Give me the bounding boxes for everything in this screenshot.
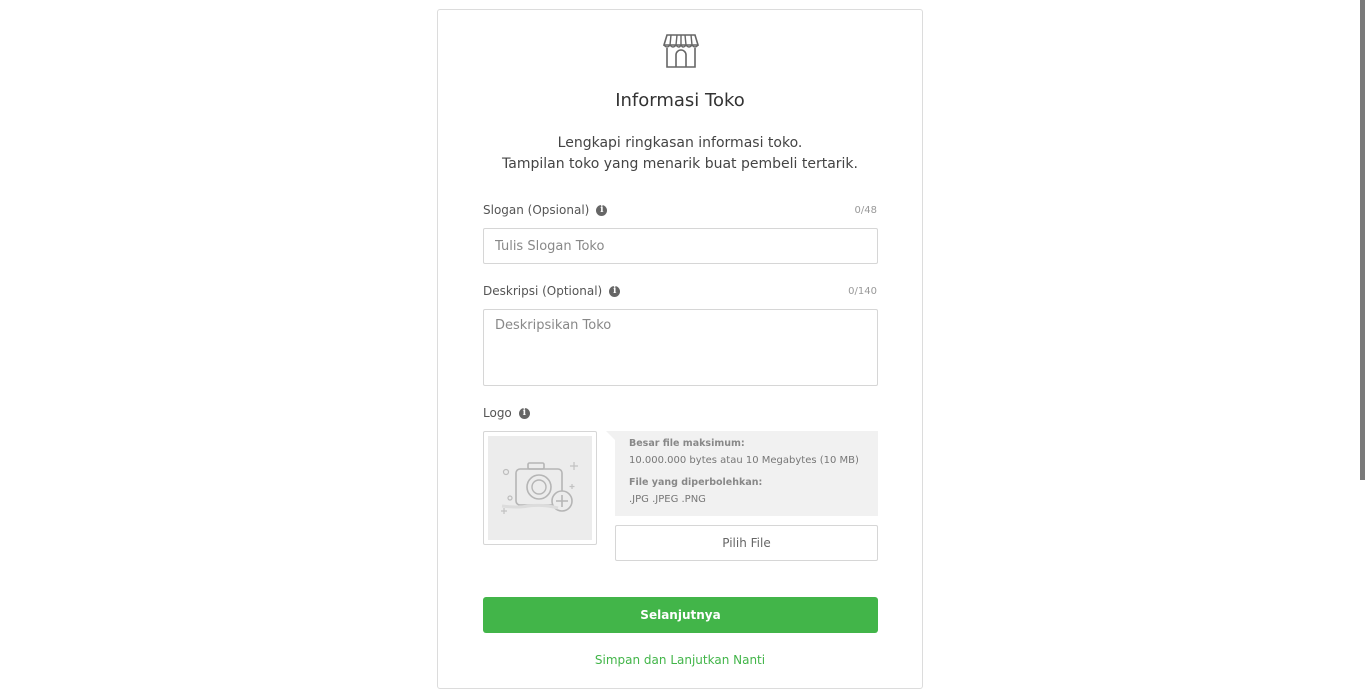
logo-placeholder [488, 436, 592, 540]
save-and-continue-later-link[interactable]: Simpan dan Lanjutkan Nanti [438, 653, 922, 667]
description-label: Deskripsi (Optional) i [483, 284, 621, 298]
store-icon [662, 34, 700, 68]
description-char-counter: 0/140 [848, 286, 877, 297]
slogan-label: Slogan (Opsional) i [483, 203, 608, 217]
file-requirements: Besar file maksimum: 10.000.000 bytes at… [606, 431, 878, 516]
logo-label-text: Logo [483, 406, 512, 420]
slogan-label-text: Slogan (Opsional) [483, 203, 590, 217]
next-button[interactable]: Selanjutnya [483, 597, 878, 633]
description-label-text: Deskripsi (Optional) [483, 284, 603, 298]
allowed-files-heading: File yang diperbolehkan: [629, 477, 763, 488]
info-icon[interactable]: i [518, 407, 530, 419]
slogan-input[interactable] [483, 228, 878, 264]
camera-add-icon [501, 462, 578, 514]
allowed-files-value: .JPG .JPEG .PNG [629, 494, 706, 505]
max-size-value: 10.000.000 bytes atau 10 Megabytes (10 M… [629, 455, 859, 466]
logo-label: Logo i [483, 406, 530, 420]
max-size-heading: Besar file maksimum: [629, 438, 745, 449]
pick-file-button[interactable]: Pilih File [615, 525, 878, 561]
info-icon[interactable]: i [596, 204, 608, 216]
subtitle-line-1: Lengkapi ringkasan informasi toko. [557, 135, 803, 151]
logo-upload-preview[interactable] [483, 431, 597, 545]
slogan-char-counter: 0/48 [854, 205, 877, 216]
subtitle-line-2: Tampilan toko yang menarik buat pembeli … [502, 156, 858, 172]
page-subtitle: Lengkapi ringkasan informasi toko. Tampi… [438, 133, 922, 175]
info-icon[interactable]: i [609, 285, 621, 297]
description-textarea[interactable] [483, 309, 878, 386]
page-scrollbar[interactable] [1360, 0, 1365, 480]
store-info-card: Informasi Toko Lengkapi ringkasan inform… [437, 9, 923, 689]
page-title: Informasi Toko [615, 90, 745, 111]
